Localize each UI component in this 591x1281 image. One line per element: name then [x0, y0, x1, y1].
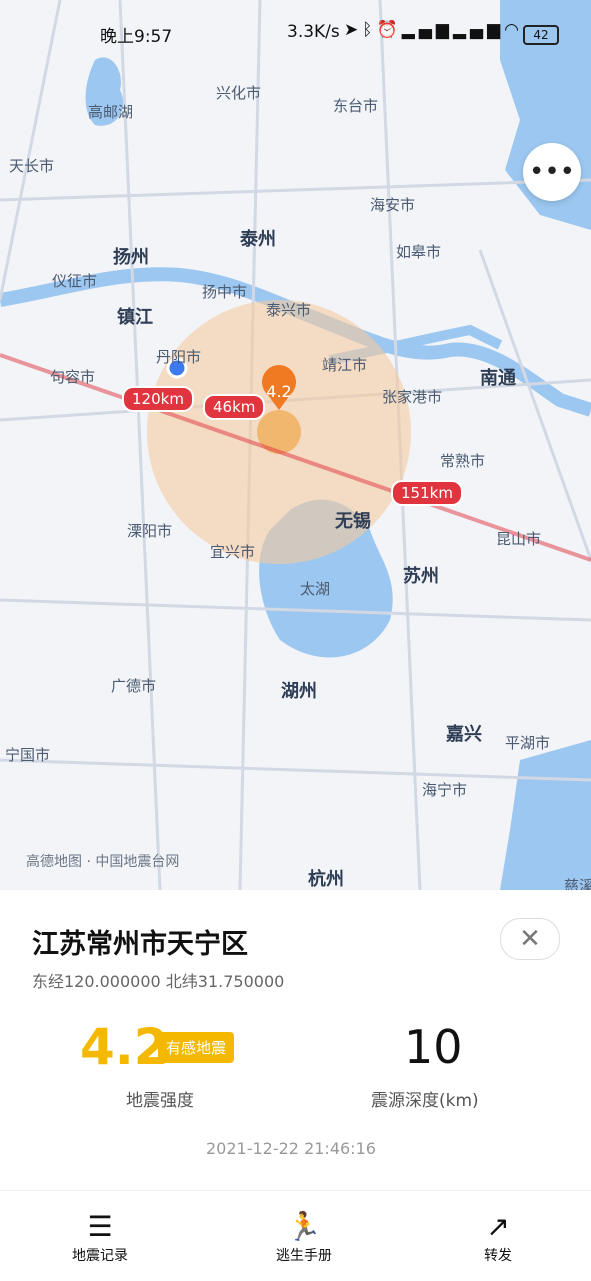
- city-label: 广德市: [111, 677, 157, 695]
- city-label: 丹阳市: [156, 348, 202, 366]
- timestamp: 2021-12-22 21:46:16: [206, 1139, 376, 1158]
- city-label: 泰州: [240, 229, 276, 250]
- city-label: 海安市: [370, 196, 416, 214]
- city-label: 太湖: [300, 580, 331, 598]
- location-title: 江苏常州市天宁区: [32, 929, 248, 960]
- felt-badge: 有感地震: [158, 1032, 235, 1063]
- city-label: 仪征市: [52, 272, 98, 290]
- city-label: 宜兴市: [210, 543, 256, 561]
- magnitude-label: 地震强度: [126, 1091, 194, 1111]
- city-label: 天长市: [9, 157, 55, 175]
- nav-label: 转发: [484, 1248, 512, 1264]
- city-label: 常熟市: [440, 452, 486, 470]
- city-label: 兴化市: [216, 84, 262, 102]
- city-label: 平湖市: [505, 734, 551, 752]
- bottom-nav: ☰ 地震记录 🏃 逃生手册 ↗ 转发: [0, 1190, 591, 1281]
- distance-badge: 120km: [122, 386, 194, 412]
- city-label: 杭州: [308, 869, 344, 890]
- battery-icon: 42: [523, 25, 559, 45]
- map-background: [0, 0, 591, 890]
- quake-detail-sheet: 江苏常州市天宁区 东经120.000000 北纬31.750000 ✕ 4.2 …: [0, 890, 591, 1280]
- epicenter-marker[interactable]: 4.2: [262, 382, 296, 401]
- city-label: 南通: [480, 368, 516, 389]
- alarm-icon: ⏰: [376, 20, 402, 40]
- status-time: 晚上9:57: [100, 27, 173, 47]
- city-label: 靖江市: [322, 356, 368, 374]
- coordinates: 东经120.000000 北纬31.750000: [32, 972, 285, 991]
- nav-quake-records[interactable]: ☰ 地震记录: [40, 1209, 160, 1265]
- city-label: 溧阳市: [127, 522, 173, 540]
- location-arrow-icon: ➤: [344, 20, 363, 40]
- more-dots-icon[interactable]: •••: [523, 143, 581, 201]
- city-label: 宁国市: [5, 746, 51, 764]
- list-icon: ☰: [87, 1210, 113, 1243]
- nav-escape-guide[interactable]: 🏃 逃生手册: [244, 1209, 364, 1265]
- city-label: 如皋市: [396, 243, 442, 261]
- bluetooth-icon: ᛒ: [362, 20, 377, 40]
- nav-share[interactable]: ↗ 转发: [438, 1209, 558, 1265]
- share-icon: ↗: [486, 1210, 510, 1243]
- city-label: 慈溪: [564, 877, 591, 890]
- city-label: 嘉兴: [446, 724, 482, 745]
- city-label: 句容市: [50, 368, 96, 386]
- nav-label: 地震记录: [72, 1248, 128, 1264]
- city-label: 无锡: [335, 511, 371, 532]
- wifi-icon: ◠: [504, 20, 523, 40]
- city-label: 海宁市: [422, 781, 468, 799]
- status-bar: 晚上9:57 3.3K/s ➤ᛒ⏰▂▄▆▂▄▆◠ 42: [0, 0, 591, 66]
- close-button[interactable]: ✕: [500, 918, 560, 960]
- city-label: 泰兴市: [266, 301, 312, 319]
- depth-value: 10: [404, 1020, 463, 1074]
- city-label: 镇江: [117, 307, 153, 328]
- distance-badge: 151km: [391, 480, 463, 506]
- nav-label: 逃生手册: [276, 1248, 332, 1264]
- magnitude-value: 4.2: [80, 1018, 169, 1076]
- signal-icon: ▂▄▆: [452, 20, 505, 40]
- map-credit: 高德地图 · 中国地震台网: [26, 854, 180, 870]
- city-label: 东台市: [333, 97, 379, 115]
- city-label: 张家港市: [382, 388, 443, 406]
- city-label: 苏州: [403, 566, 439, 587]
- network-speed: 3.3K/s: [287, 22, 340, 42]
- city-label: 昆山市: [496, 530, 542, 548]
- map-view[interactable]: 兴化市 东台市 高邮湖 天长市 海安市 泰州 扬州 仪征市 如皋市 扬中市 镇江…: [0, 0, 591, 890]
- close-icon: ✕: [519, 924, 541, 954]
- city-label: 湖州: [281, 681, 317, 702]
- signal-icon: ▂▄▆: [401, 20, 453, 40]
- depth-label: 震源深度(km): [371, 1091, 479, 1111]
- status-icons: ➤ᛒ⏰▂▄▆▂▄▆◠: [344, 20, 523, 40]
- city-label: 扬州: [113, 247, 149, 268]
- city-label: 高邮湖: [88, 103, 134, 121]
- runner-icon: 🏃: [286, 1210, 322, 1243]
- city-label: 扬中市: [202, 283, 248, 301]
- distance-badge: 46km: [203, 394, 266, 420]
